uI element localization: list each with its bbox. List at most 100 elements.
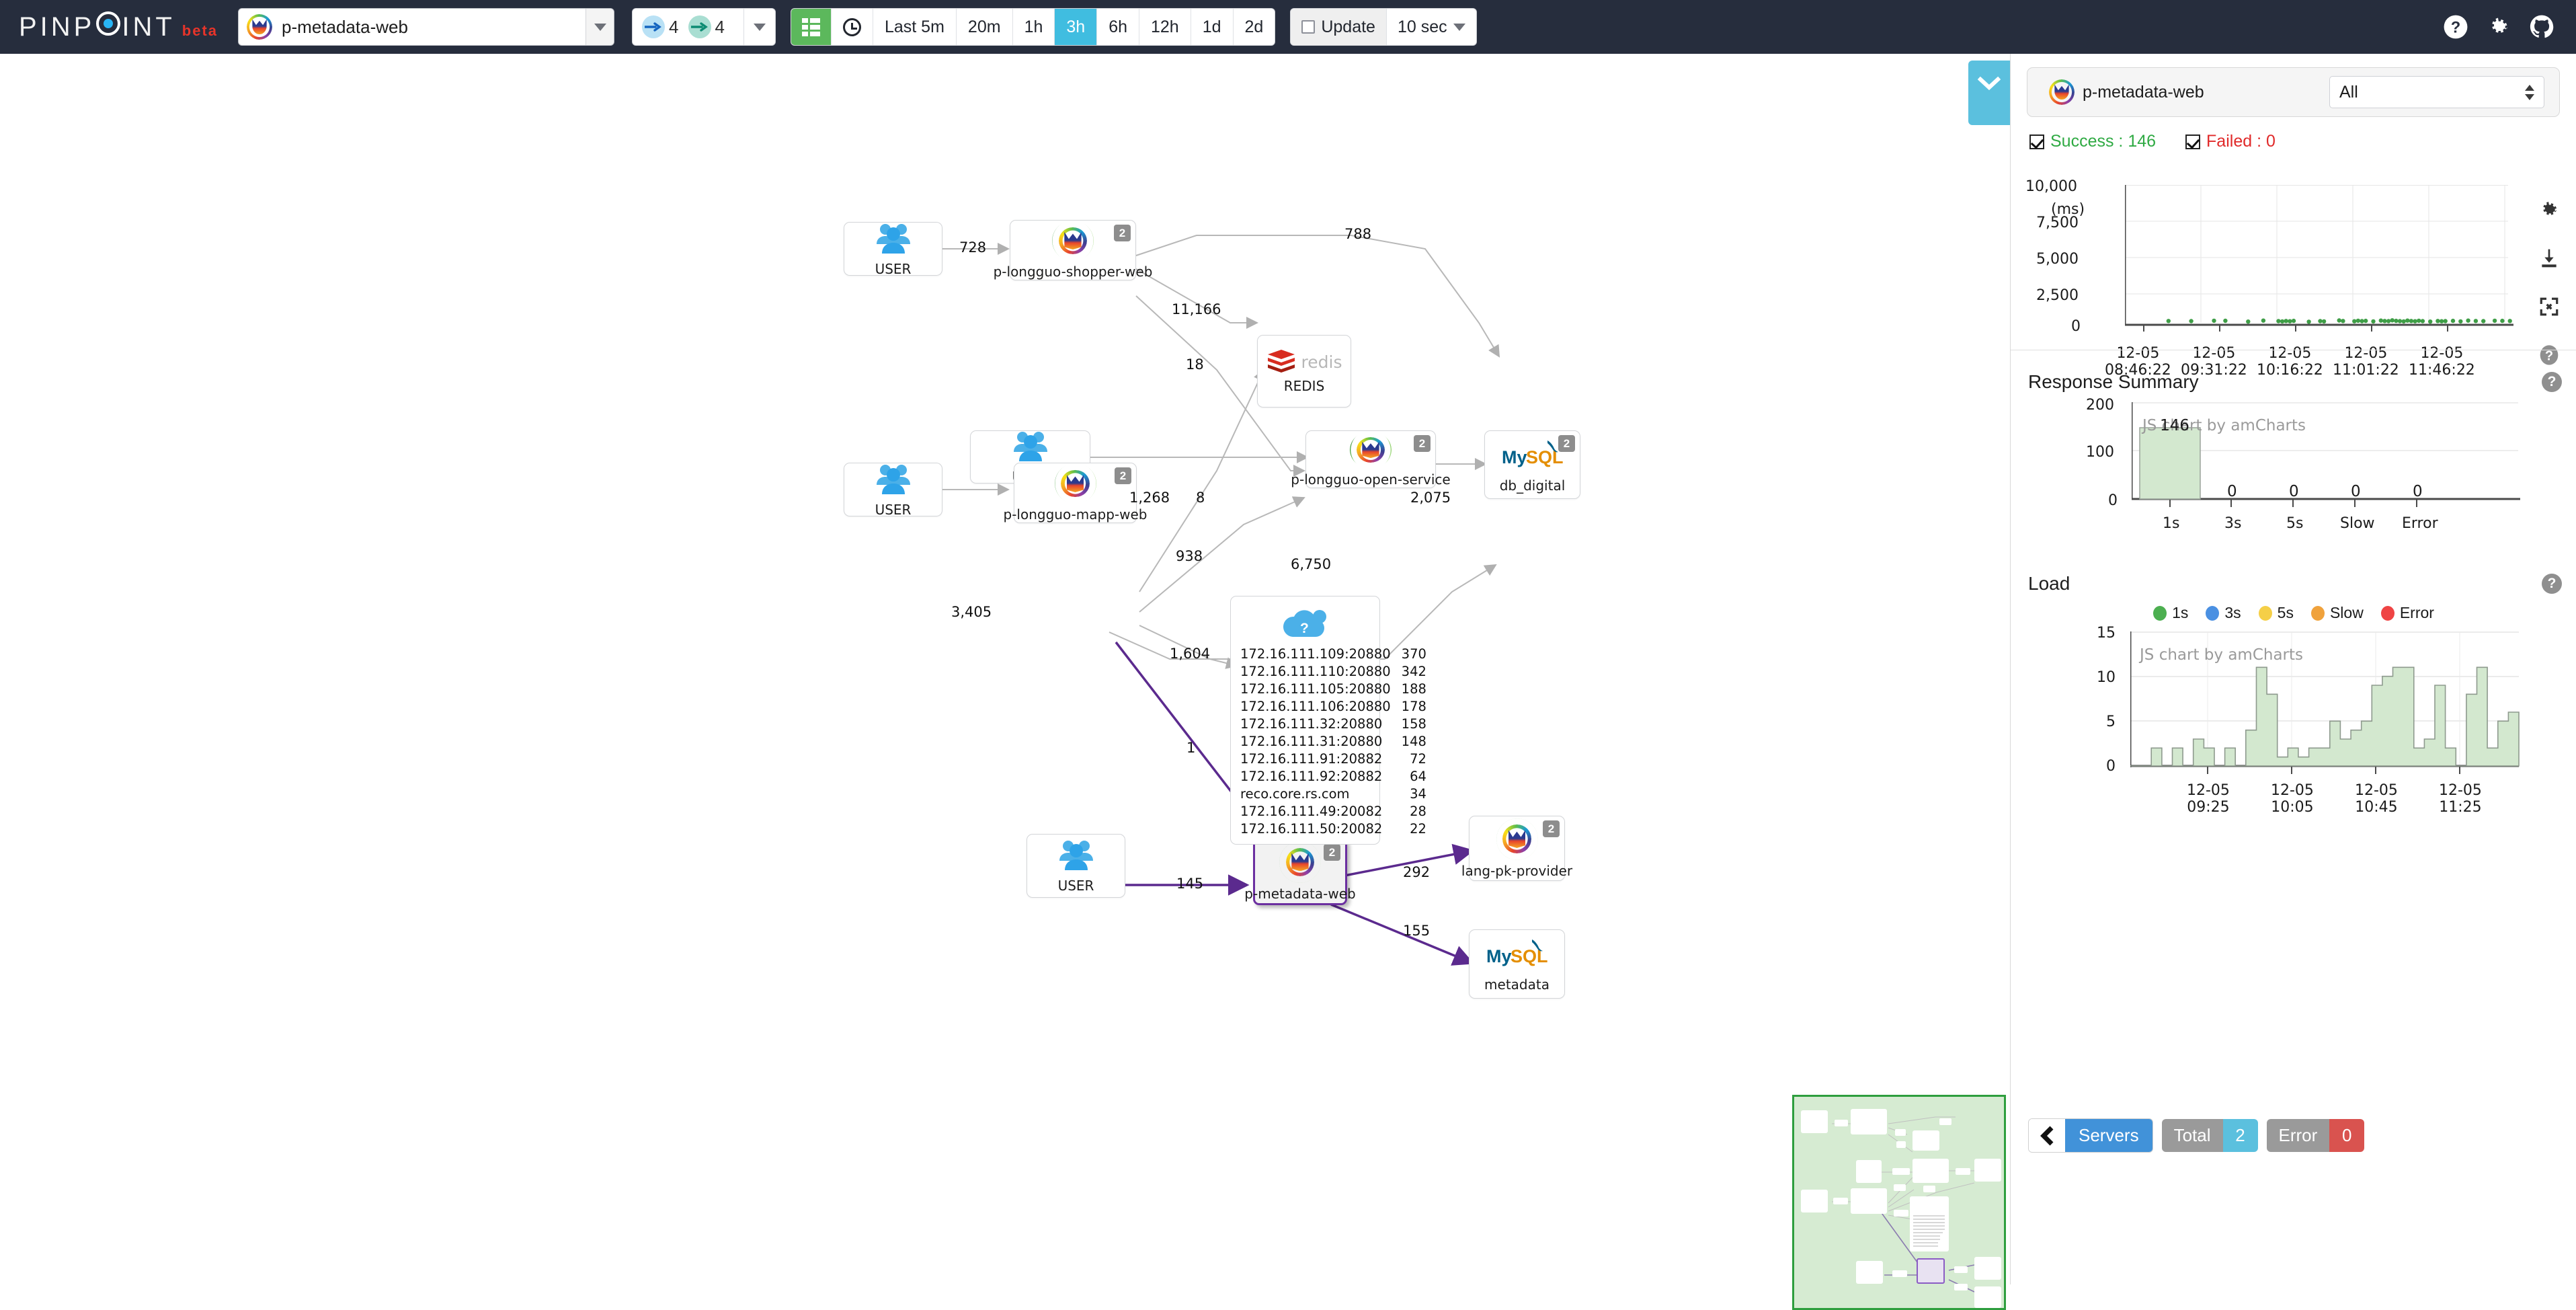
range-12h[interactable]: 12h — [1139, 9, 1191, 45]
map-node-db-digital[interactable]: 2 MySQL db_digital — [1484, 430, 1580, 499]
scatter-point[interactable] — [2276, 319, 2280, 323]
range-last-5m[interactable]: Last 5m — [873, 9, 957, 45]
application-select-caret[interactable] — [586, 9, 614, 45]
range-3h[interactable]: 3h — [1055, 9, 1097, 45]
update-checkbox[interactable] — [1301, 20, 1315, 34]
map-node-lang-pk-provider[interactable]: 2 lang-pk-provider — [1469, 816, 1565, 881]
help-icon[interactable]: ? — [2443, 14, 2468, 40]
response-summary-chart[interactable]: 200 100 0 JS chart by amCharts 146 0 0 0… — [2011, 402, 2576, 537]
scatter-point[interactable] — [2466, 319, 2470, 323]
servers-total-pill[interactable]: Total 2 — [2162, 1119, 2258, 1152]
map-node-user[interactable]: USER — [1027, 834, 1125, 898]
node-count-group[interactable]: 4 4 — [632, 8, 776, 46]
scatter-point[interactable] — [2413, 319, 2417, 323]
scatter-point[interactable] — [2288, 319, 2292, 323]
legend-item-slow[interactable]: Slow — [2311, 604, 2364, 622]
scatter-point[interactable] — [2390, 318, 2394, 322]
map-node-p-longguo-open-service[interactable]: 2 p-longguo-open-service — [1305, 430, 1436, 488]
help-icon[interactable]: ? — [2542, 574, 2562, 594]
node-count-dropdown[interactable] — [744, 24, 775, 31]
time-range-bar[interactable]: Last 5m 20m 1h 3h 6h 12h 1d 2d — [791, 8, 1275, 46]
github-icon[interactable] — [2529, 14, 2554, 40]
scatter-point[interactable] — [2493, 319, 2497, 323]
update-checkbox-wrap[interactable]: Update — [1291, 9, 1387, 45]
map-node-redis[interactable]: redis REDIS — [1257, 335, 1351, 408]
scatter-point[interactable] — [2379, 319, 2383, 323]
scatter-point[interactable] — [2280, 319, 2284, 323]
map-node-user[interactable]: USER — [844, 222, 942, 276]
scatter-point[interactable] — [2386, 319, 2390, 323]
scatter-point[interactable] — [2261, 319, 2265, 323]
scatter-point[interactable] — [2306, 319, 2310, 323]
failed-filter[interactable]: Failed : 0 — [2185, 132, 2276, 151]
scatter-point[interactable] — [2189, 319, 2193, 323]
application-select[interactable]: p-metadata-web — [238, 8, 614, 46]
map-node-p-longguo-shopper-web[interactable]: 2 p-longguo-shopper-web — [1010, 220, 1136, 280]
scatter-point[interactable] — [2451, 319, 2455, 323]
scatter-point[interactable] — [2405, 319, 2409, 323]
scatter-point[interactable] — [2322, 319, 2326, 323]
scatter-point[interactable] — [2394, 319, 2398, 323]
scatter-point[interactable] — [2212, 319, 2216, 323]
help-icon[interactable]: ? — [2542, 372, 2562, 392]
instance-filter-select[interactable]: All — [2329, 76, 2544, 108]
scatter-point[interactable] — [2352, 319, 2356, 323]
scatter-plot-area[interactable] — [2125, 185, 2528, 340]
servers-error-pill[interactable]: Error 0 — [2267, 1119, 2365, 1152]
scatter-point[interactable] — [2371, 319, 2375, 323]
scatter-point[interactable] — [2167, 319, 2171, 323]
success-filter[interactable]: Success : 146 — [2029, 132, 2156, 151]
scatter-point[interactable] — [2436, 319, 2440, 323]
gear-icon[interactable] — [2486, 14, 2511, 40]
scatter-point[interactable] — [2382, 319, 2386, 323]
load-chart[interactable]: 15 10 5 0 JS chart by amCharts 12-0509:2… — [2011, 631, 2576, 813]
scatter-point[interactable] — [2398, 319, 2402, 323]
scatter-point[interactable] — [2508, 319, 2512, 323]
servers-toggle[interactable]: Servers — [2028, 1118, 2153, 1153]
scatter-point[interactable] — [2474, 319, 2478, 323]
map-node-p-longguo-mapp-web[interactable]: 2 p-longguo-mapp-web — [1014, 463, 1137, 523]
scatter-point[interactable] — [2421, 319, 2425, 323]
map-node-p-metadata-web[interactable]: 2 p-metadata-web — [1253, 838, 1347, 905]
scatter-point[interactable] — [2417, 319, 2421, 323]
failed-checkbox[interactable] — [2185, 134, 2200, 149]
unknown-hosts-node[interactable]: ? 172.16.111.109:20880370172.16.111.110:… — [1230, 596, 1380, 845]
range-6h[interactable]: 6h — [1097, 9, 1139, 45]
scatter-point[interactable] — [2402, 319, 2406, 323]
refresh-interval-select[interactable]: 10 sec — [1387, 9, 1476, 45]
range-20m[interactable]: 20m — [957, 9, 1013, 45]
scatter-point[interactable] — [2364, 319, 2368, 323]
scatter-point[interactable] — [2428, 319, 2432, 323]
scatter-point[interactable] — [2409, 319, 2413, 323]
map-node-metadata[interactable]: MySQL metadata — [1469, 929, 1565, 999]
legend-item-1s[interactable]: 1s — [2153, 604, 2188, 622]
scatter-point[interactable] — [2360, 319, 2364, 323]
servers-back-button[interactable] — [2029, 1119, 2065, 1152]
minimap-overview[interactable] — [1792, 1095, 2006, 1310]
range-1d[interactable]: 1d — [1191, 9, 1234, 45]
legend-item-5s[interactable]: 5s — [2259, 604, 2294, 622]
scatter-point[interactable] — [2341, 319, 2345, 323]
scatter-point[interactable] — [2458, 319, 2462, 323]
success-checkbox[interactable] — [2029, 134, 2044, 149]
scatter-point[interactable] — [2481, 319, 2485, 323]
map-node-user[interactable]: USER — [844, 463, 942, 516]
auto-update-group[interactable]: Update 10 sec — [1290, 8, 1476, 46]
scatter-point[interactable] — [2337, 318, 2341, 322]
range-list-view-button[interactable] — [791, 9, 832, 45]
scatter-point[interactable] — [2318, 319, 2322, 323]
inbound-count-segment[interactable]: 4 4 — [633, 9, 743, 45]
scatter-point[interactable] — [2223, 319, 2227, 323]
scatter-point[interactable] — [2246, 319, 2250, 323]
scatter-point[interactable] — [2356, 319, 2360, 323]
range-1h[interactable]: 1h — [1013, 9, 1055, 45]
scatter-point[interactable] — [2292, 319, 2296, 323]
scatter-point[interactable] — [2444, 319, 2448, 323]
scatter-point[interactable] — [2284, 319, 2288, 323]
legend-item-3s[interactable]: 3s — [2206, 604, 2241, 622]
service-map-canvas[interactable]: USER 2 p-longguo-shopper-web redis REDIS… — [0, 54, 2010, 1284]
range-2d[interactable]: 2d — [1234, 9, 1275, 45]
scatter-point[interactable] — [2440, 319, 2444, 323]
legend-item-error[interactable]: Error — [2381, 604, 2434, 622]
scatter-point[interactable] — [2500, 319, 2504, 323]
